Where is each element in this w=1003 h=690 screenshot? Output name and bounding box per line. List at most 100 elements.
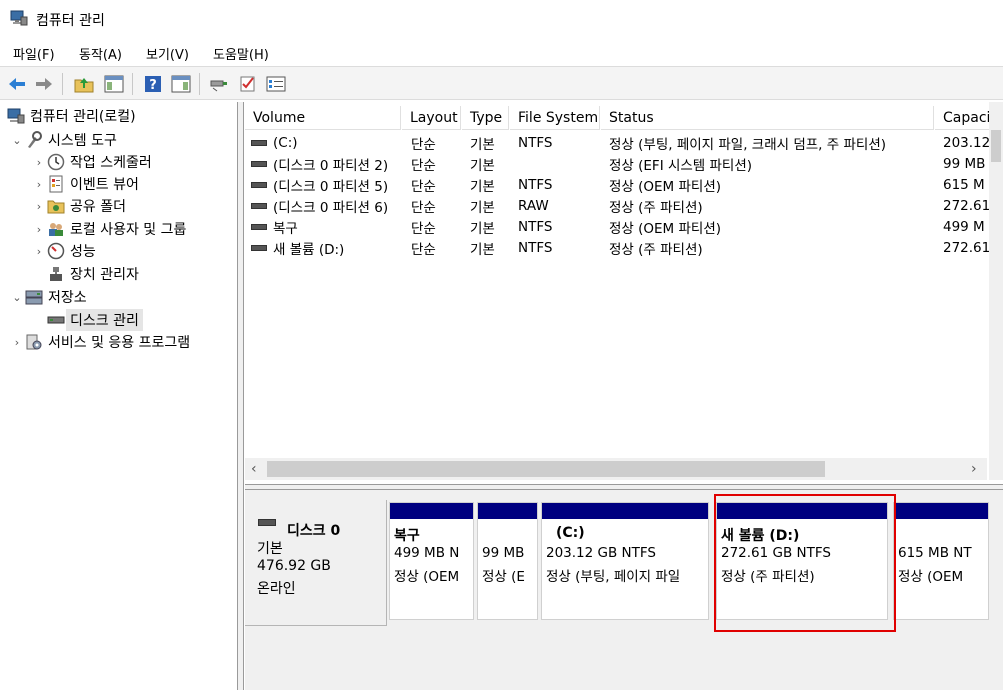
tree-item-label: 작업 스케줄러 <box>70 155 152 171</box>
volume-icon <box>251 181 267 188</box>
title-bar: 컴퓨터 관리 <box>0 0 1003 38</box>
menu-action[interactable]: 동작(A) <box>79 44 122 63</box>
partition-bar <box>717 503 887 519</box>
tree-item-label: 서비스 및 응용 프로그램 <box>48 335 191 351</box>
layout-cell: 단순 <box>411 241 436 258</box>
tree-item-label: 성능 <box>70 244 96 260</box>
partition-size: 615 MB NT <box>898 545 972 561</box>
partition-bar <box>478 503 537 519</box>
capacity-cell: 99 MB <box>943 155 986 172</box>
disk-name: 디스크 0 <box>287 523 341 539</box>
column-header-volume[interactable]: Volume <box>245 106 401 130</box>
table-row[interactable]: (C:) 단순 기본 NTFS 정상 (부팅, 페이지 파일, 크래시 덤프, … <box>245 132 1003 153</box>
chevron-right-icon[interactable]: › <box>10 336 24 349</box>
navigation-tree: 컴퓨터 관리(로컬) ⌄ 시스템 도구 › 작업 스케줄러 › 이벤트 뷰어 ›… <box>0 102 238 690</box>
vertical-scrollbar[interactable] <box>989 102 1003 480</box>
chevron-right-icon[interactable]: › <box>32 245 46 258</box>
tree-item-disk-management[interactable]: 디스크 관리 <box>32 309 143 331</box>
tree-item-services-applications[interactable]: › 서비스 및 응용 프로그램 <box>10 331 190 353</box>
column-header-capacity[interactable]: Capaci <box>935 106 990 130</box>
table-row[interactable]: (디스크 0 파티션 6) 단순 기본 RAW 정상 (주 파티션) 272.6… <box>245 195 1003 216</box>
help-icon[interactable]: ? <box>142 73 164 95</box>
file-system-cell: NTFS <box>518 218 553 235</box>
partition-efi[interactable]: 99 MB 정상 (E <box>477 502 538 620</box>
file-system-cell: RAW <box>518 197 549 214</box>
capacity-cell: 615 M <box>943 176 985 193</box>
chevron-right-icon[interactable]: › <box>32 223 46 236</box>
partition-d[interactable]: 새 볼륨 (D:) 272.61 GB NTFS 정상 (주 파티션) <box>716 502 888 620</box>
column-header-file-system[interactable]: File System <box>510 106 600 130</box>
partition-name: 새 볼륨 (D:) <box>721 528 800 544</box>
layout-cell: 단순 <box>411 199 436 216</box>
tree-item-performance[interactable]: › 성능 <box>32 240 96 262</box>
column-header-type[interactable]: Type <box>462 106 509 130</box>
tree-item-storage[interactable]: ⌄ 저장소 <box>10 286 87 308</box>
tree-item-task-scheduler[interactable]: › 작업 스케줄러 <box>32 151 152 173</box>
partition-oem[interactable]: 615 MB NT 정상 (OEM <box>893 502 989 620</box>
services-icon <box>24 333 44 351</box>
check-icon[interactable] <box>237 73 259 95</box>
partition-size: 203.12 GB NTFS <box>546 545 656 561</box>
partition-c[interactable]: (C:) 203.12 GB NTFS 정상 (부팅, 페이지 파일 <box>541 502 709 620</box>
tree-item-shared-folders[interactable]: › 공유 폴더 <box>32 195 126 217</box>
status-cell: 정상 (OEM 파티션) <box>609 220 722 237</box>
type-cell: 기본 <box>470 220 495 237</box>
show-hide-tree-icon[interactable] <box>103 73 125 95</box>
column-header-status[interactable]: Status <box>601 106 934 130</box>
chevron-down-icon[interactable]: ⌄ <box>10 291 24 304</box>
type-cell: 기본 <box>470 178 495 195</box>
disk-info-label[interactable]: 디스크 0 기본 476.92 GB 온라인 <box>245 500 387 626</box>
scroll-right-icon[interactable]: › <box>971 461 977 477</box>
scroll-left-icon[interactable]: ‹ <box>251 461 257 477</box>
clock-icon <box>46 153 66 171</box>
table-row[interactable]: 복구 단순 기본 NTFS 정상 (OEM 파티션) 499 M <box>245 216 1003 237</box>
tree-item-device-manager[interactable]: 장치 관리자 <box>32 263 139 285</box>
chevron-right-icon[interactable]: › <box>32 200 46 213</box>
menu-view[interactable]: 보기(V) <box>146 44 189 63</box>
menu-help[interactable]: 도움말(H) <box>213 44 269 63</box>
tree-item-event-viewer[interactable]: › 이벤트 뷰어 <box>32 173 139 195</box>
volume-name: (디스크 0 파티션 5) <box>273 178 389 195</box>
forward-arrow-icon[interactable] <box>33 73 55 95</box>
volume-cell: (디스크 0 파티션 2) <box>251 153 401 174</box>
partition-recovery[interactable]: 복구 499 MB N 정상 (OEM <box>389 502 474 620</box>
folder-up-icon[interactable] <box>73 73 95 95</box>
volume-name: 복구 <box>273 220 298 237</box>
chevron-down-icon[interactable]: ⌄ <box>10 134 24 147</box>
scrollbar-thumb[interactable] <box>267 461 825 477</box>
properties-icon[interactable] <box>265 73 287 95</box>
tree-item-computer-management[interactable]: 컴퓨터 관리(로컬) <box>6 105 136 127</box>
tree-item-local-users-groups[interactable]: › 로컬 사용자 및 그룹 <box>32 218 187 240</box>
svg-text:?: ? <box>149 78 157 93</box>
back-arrow-icon[interactable] <box>6 73 28 95</box>
capacity-cell: 272.61 <box>943 239 989 256</box>
computer-management-icon <box>6 107 26 125</box>
disk-type: 기본 <box>257 541 283 557</box>
table-row[interactable]: (디스크 0 파티션 5) 단순 기본 NTFS 정상 (OEM 파티션) 61… <box>245 174 1003 195</box>
table-row[interactable]: 새 볼륨 (D:) 단순 기본 NTFS 정상 (주 파티션) 272.61 <box>245 237 1003 258</box>
pane-splitter[interactable] <box>238 102 244 690</box>
volume-name: 새 볼륨 (D:) <box>273 241 345 258</box>
partition-bar <box>390 503 473 519</box>
users-icon <box>46 220 66 238</box>
status-cell: 정상 (OEM 파티션) <box>609 178 722 195</box>
tree-item-system-tools[interactable]: ⌄ 시스템 도구 <box>10 129 117 151</box>
column-header-layout[interactable]: Layout <box>402 106 461 130</box>
menu-file[interactable]: 파일(F) <box>13 44 55 63</box>
chevron-right-icon[interactable]: › <box>32 156 46 169</box>
chevron-right-icon[interactable]: › <box>32 178 46 191</box>
scrollbar-thumb[interactable] <box>991 130 1001 162</box>
toolbar: ? <box>0 66 1003 100</box>
menu-bar: 파일(F) 동작(A) 보기(V) 도움말(H) <box>0 38 1003 66</box>
volume-icon <box>251 160 267 167</box>
horizontal-scrollbar[interactable]: ‹ › <box>245 458 987 480</box>
tree-item-label: 장치 관리자 <box>70 267 139 283</box>
action-pane-icon[interactable] <box>170 73 192 95</box>
tree-item-label: 저장소 <box>48 290 87 306</box>
partition-name: 복구 <box>394 528 420 544</box>
table-row[interactable]: (디스크 0 파티션 2) 단순 기본 정상 (EFI 시스템 파티션) 99 … <box>245 153 1003 174</box>
tree-item-label: 로컬 사용자 및 그룹 <box>70 222 187 238</box>
volume-cell: 새 볼륨 (D:) <box>251 237 401 258</box>
connect-icon[interactable] <box>208 73 230 95</box>
system-tools-icon <box>24 131 44 149</box>
